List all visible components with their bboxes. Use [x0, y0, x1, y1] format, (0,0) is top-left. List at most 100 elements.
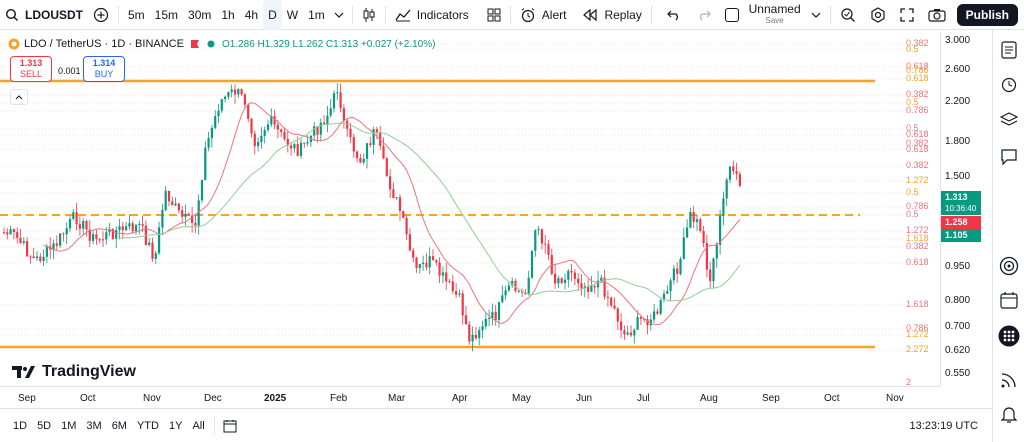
layout-checkbox[interactable]: [724, 7, 739, 22]
separator: [118, 5, 119, 24]
fib-level-label: 2.272: [906, 344, 929, 354]
calendar-range-icon[interactable]: [223, 419, 237, 433]
candle-body: [712, 258, 715, 282]
separator: [384, 5, 386, 24]
stream-button[interactable]: [999, 370, 1019, 390]
candle-body: [230, 89, 233, 93]
interval-dropdown-chevron-icon[interactable]: [334, 0, 344, 30]
publish-button[interactable]: Publish: [956, 3, 1018, 26]
candle-body: [95, 234, 98, 240]
range-1y[interactable]: 1Y: [164, 420, 187, 432]
replay-button[interactable]: Replay: [577, 0, 646, 30]
compare-button[interactable]: [88, 0, 114, 30]
candle-body: [217, 110, 220, 117]
fib-level-label: 0.786: [906, 105, 929, 115]
calendar-button[interactable]: [999, 290, 1019, 310]
candle-body: [349, 128, 352, 138]
time-tick-label: Oct: [824, 393, 840, 404]
interval-w[interactable]: W: [282, 0, 303, 30]
price-tick-label: 3.000: [945, 35, 971, 46]
alert-button[interactable]: Alert: [515, 0, 572, 30]
utc-clock[interactable]: 13:23:19 UTC: [910, 420, 978, 432]
collapse-legend-button[interactable]: [10, 89, 28, 105]
interval-1m-month[interactable]: 1m: [303, 0, 330, 30]
indicators-button[interactable]: Indicators: [390, 0, 474, 30]
spread-value: 0.001: [58, 66, 81, 76]
redo-button[interactable]: [692, 0, 716, 30]
buy-button[interactable]: 1.314 BUY: [83, 56, 125, 82]
ma-green-badge: 1.105: [941, 229, 981, 242]
candle-body: [534, 230, 537, 251]
candle-body: [451, 281, 454, 292]
candle-body: [530, 250, 534, 278]
candle-body: [352, 137, 355, 152]
candle-body: [412, 250, 415, 258]
flag-icon[interactable]: [190, 39, 200, 49]
object-tree-button[interactable]: [999, 110, 1019, 130]
range-6m[interactable]: 6M: [107, 420, 132, 432]
fullscreen-button[interactable]: [895, 0, 919, 30]
indicators-label: Indicators: [416, 7, 469, 22]
time-tick-label: Dec: [204, 393, 222, 404]
time-axis[interactable]: Sep Oct Nov Dec 2025 Feb Mar Apr May Jun Jul Aug Sep…: [0, 386, 940, 408]
alerts-button[interactable]: [999, 74, 1019, 94]
quick-search-button[interactable]: [835, 0, 861, 30]
sell-button[interactable]: 1.313 SELL: [10, 56, 52, 82]
chart-legend: LDO / TetherUS · 1D · BINANCE O1.286 H1.…: [8, 38, 435, 50]
candle-body: [121, 226, 124, 231]
candle-body: [72, 212, 75, 219]
candle-body: [507, 285, 510, 291]
candle-body: [577, 278, 580, 284]
candle-body: [478, 330, 481, 339]
camera-icon: [928, 8, 946, 22]
chart-type-button[interactable]: [357, 0, 381, 30]
candle-body: [240, 89, 243, 95]
range-5d[interactable]: 5D: [32, 420, 56, 432]
sell-price: 1.313: [19, 58, 43, 68]
target-button[interactable]: [999, 256, 1019, 276]
interval-4h[interactable]: 4h: [240, 0, 263, 30]
candle-body: [243, 94, 246, 105]
candle-body: [497, 302, 501, 320]
snapshot-button[interactable]: [923, 0, 951, 30]
chat-button[interactable]: [999, 147, 1019, 167]
candle-body: [471, 334, 474, 342]
range-all[interactable]: All: [187, 420, 209, 432]
candle-body: [78, 224, 81, 229]
layout-button[interactable]: Unnamed Save: [720, 0, 826, 30]
settings-button[interactable]: [865, 0, 891, 30]
chart-pane[interactable]: [0, 31, 940, 386]
alarm-clock-icon: [1000, 75, 1018, 93]
fib-level-label: 0.5: [906, 187, 919, 197]
candle-body: [474, 334, 477, 339]
candle-body: [415, 257, 418, 268]
candle-body: [131, 223, 134, 232]
tradingview-logo[interactable]: TradingView: [12, 363, 136, 381]
templates-button[interactable]: [482, 0, 506, 30]
interval-5m[interactable]: 5m: [123, 0, 150, 30]
market-status-dot-icon: [206, 39, 216, 49]
interval-1h[interactable]: 1h: [216, 0, 239, 30]
undo-button[interactable]: [662, 0, 686, 30]
candle-body: [323, 122, 326, 125]
range-1d[interactable]: 1D: [8, 420, 32, 432]
candle-body: [290, 145, 293, 149]
interval-d[interactable]: D: [263, 0, 282, 30]
right-sidebar: [992, 30, 1024, 442]
ma-fast-line: [43, 102, 741, 326]
interval-15m[interactable]: 15m: [150, 0, 183, 30]
range-ytd[interactable]: YTD: [132, 420, 164, 432]
symbol-search[interactable]: LDOUSDT: [0, 0, 88, 30]
range-1m[interactable]: 1M: [56, 420, 81, 432]
candle-body: [247, 104, 250, 119]
candle-body: [207, 138, 210, 148]
apps-button[interactable]: [998, 325, 1020, 347]
watchlist-button[interactable]: [999, 40, 1019, 60]
range-3m[interactable]: 3M: [81, 420, 106, 432]
candle-body: [85, 220, 88, 230]
candle-body: [418, 264, 421, 268]
interval-30m[interactable]: 30m: [183, 0, 216, 30]
candle-body: [560, 278, 563, 284]
notifications-button[interactable]: [999, 404, 1019, 424]
candle-body: [280, 129, 283, 132]
